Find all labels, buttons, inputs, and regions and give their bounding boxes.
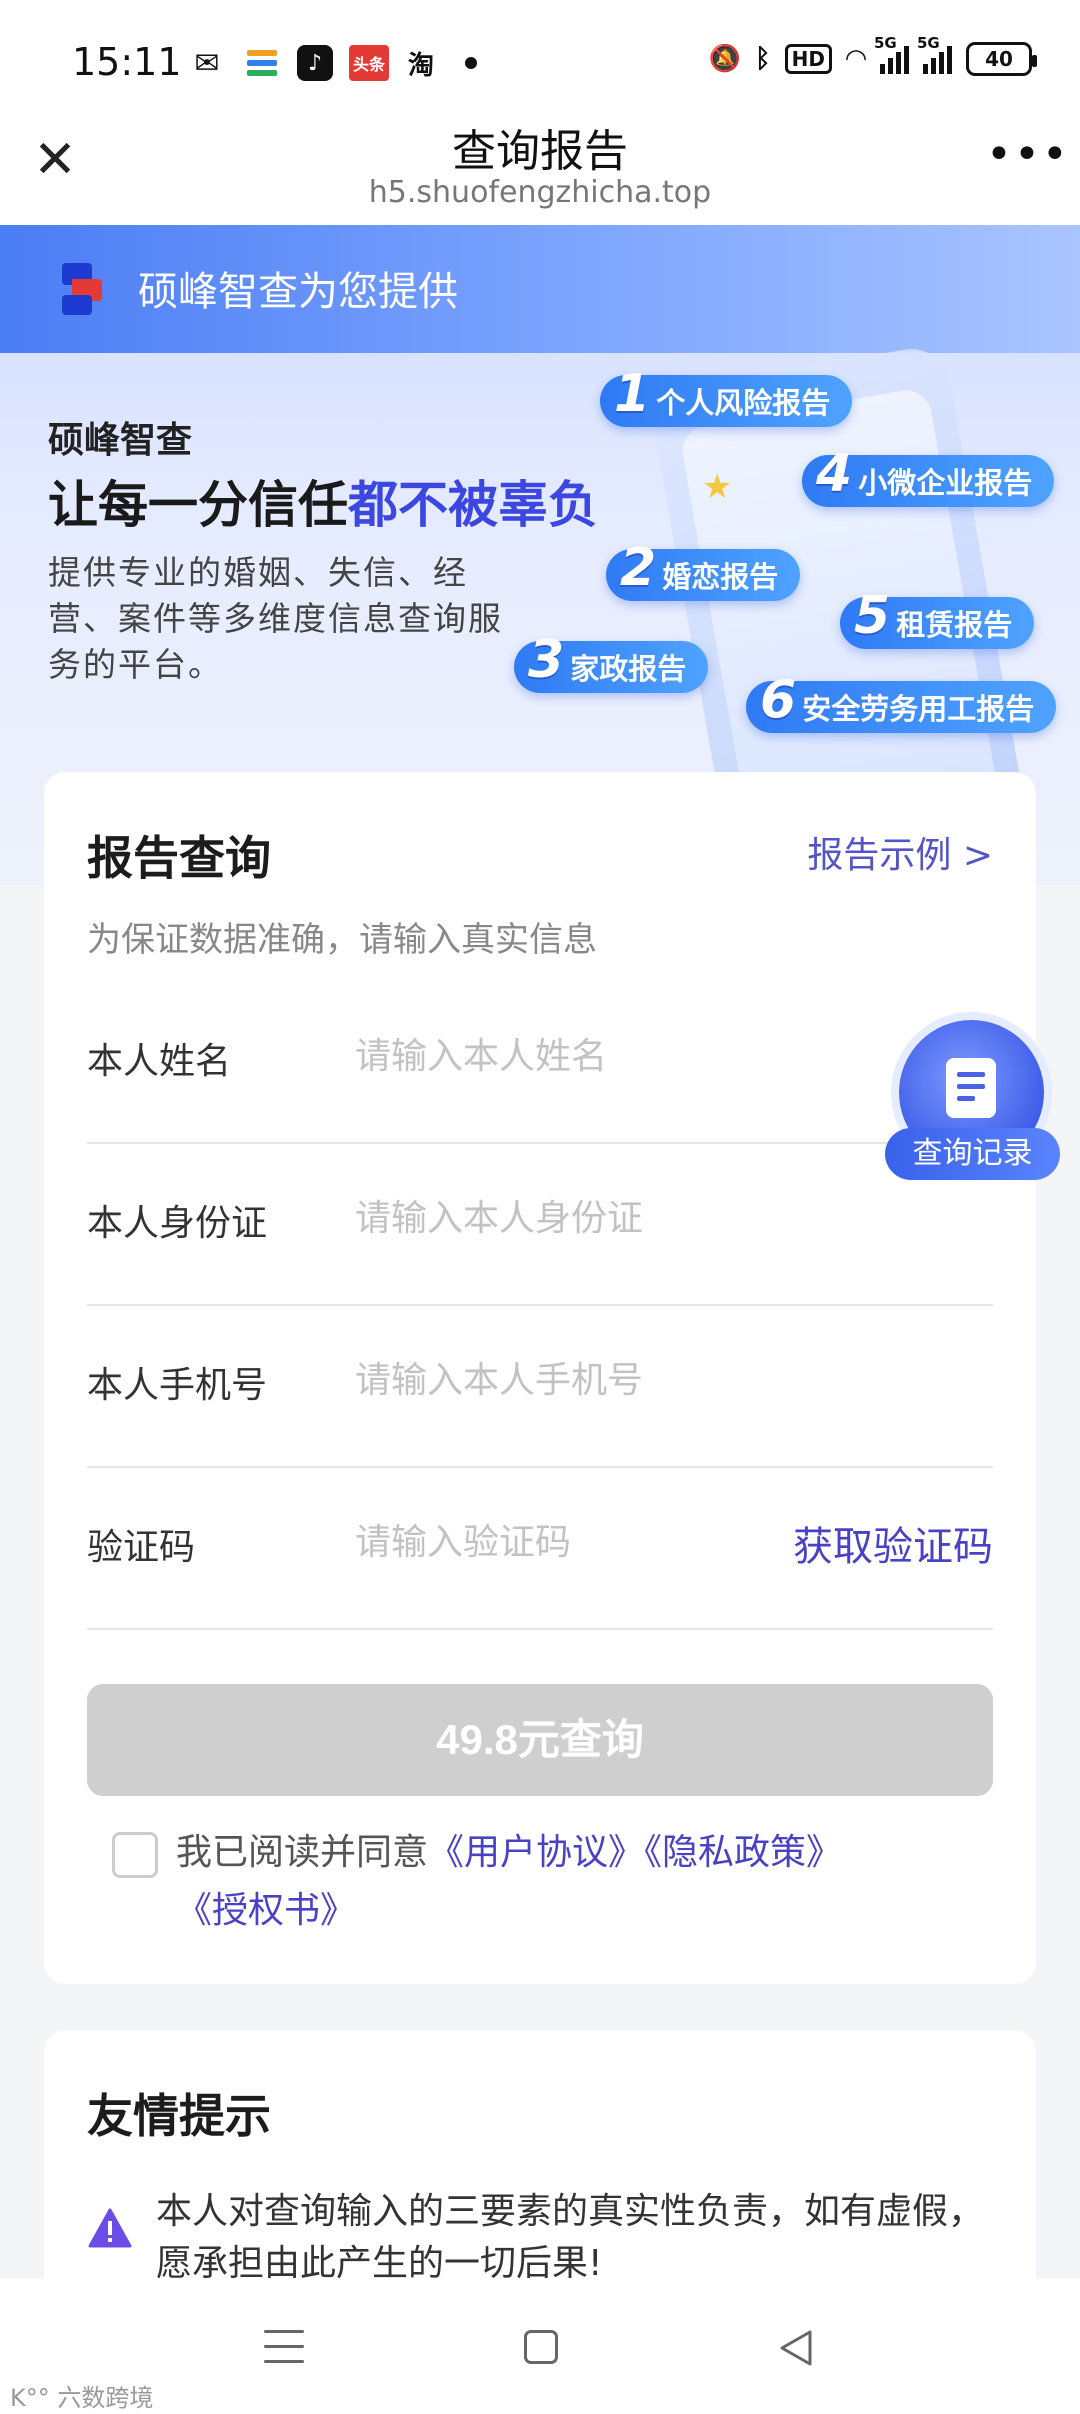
brand-logo-icon	[62, 263, 104, 315]
tag-housekeeping: 3 家政报告	[514, 630, 709, 693]
tag-micro-enterprise: 4 小微企业报告	[802, 444, 1055, 507]
tiktok-icon: ♪	[297, 45, 333, 81]
bluetooth-icon: ᛒ	[755, 44, 771, 74]
mute-icon: 🔕	[708, 44, 742, 74]
submit-query-button[interactable]: 49.8元查询	[87, 1684, 993, 1796]
name-field: 本人姓名	[87, 982, 993, 1144]
tag-personal-risk: 1 个人风险报告	[600, 364, 853, 427]
taobao-icon: 淘	[407, 50, 434, 81]
signal-icon-2: 5G	[917, 34, 952, 74]
hero-slogan: 让每一分信任都不被辜负	[48, 476, 598, 534]
id-card-input[interactable]	[355, 1188, 835, 1248]
user-agreement-link[interactable]: 《用户协议》	[428, 1832, 644, 1873]
tag-rental: 5 租赁报告	[840, 586, 1035, 649]
title-bar: ✕ 查询报告 h5.shuofengzhicha.top •••	[0, 105, 1080, 225]
home-icon[interactable]	[524, 2330, 558, 2364]
card-icon	[244, 45, 280, 81]
query-record-label: 查询记录	[885, 1128, 1060, 1180]
query-subtitle: 为保证数据准确，请输入真实信息	[87, 920, 597, 960]
system-nav-bar	[0, 2278, 1080, 2414]
battery-icon: 40	[966, 42, 1037, 76]
status-right-icons: 🔕 ᛒ HD ◠ 5G 5G 40	[708, 34, 1037, 76]
tips-text: 本人对查询输入的三要素的真实性负责，如有虚假，愿承担由此产生的一切后果!	[156, 2191, 985, 2284]
code-input[interactable]	[355, 1512, 755, 1572]
hero-brand: 硕峰智查	[48, 420, 193, 461]
authorization-link[interactable]: 《授权书》	[176, 1890, 356, 1931]
get-code-button[interactable]: 获取验证码	[793, 1514, 993, 1572]
id-card-field: 本人身份证	[87, 1144, 993, 1306]
query-title: 报告查询	[87, 831, 271, 885]
agree-checkbox[interactable]	[112, 1832, 158, 1878]
provider-bar: 硕峰智查为您提供	[0, 225, 1080, 353]
id-card-label: 本人身份证	[87, 1203, 268, 1244]
document-edit-icon	[946, 1058, 996, 1118]
wifi-icon: ◠	[846, 44, 866, 74]
name-label: 本人姓名	[87, 1041, 232, 1082]
page-title: 查询报告	[452, 126, 628, 177]
code-field: 验证码 获取验证码	[87, 1468, 993, 1630]
tag-labor-safety: 6 安全劳务用工报告	[746, 670, 1057, 733]
warning-icon	[88, 2208, 132, 2248]
star-icon: ★	[702, 467, 733, 507]
page-url: h5.shuofengzhicha.top	[368, 175, 712, 210]
toutiao-icon: 头条	[349, 45, 389, 81]
phone-input[interactable]	[355, 1350, 835, 1410]
watermark: K°° 六数跨境	[10, 2384, 154, 2412]
hd-icon: HD	[784, 44, 832, 74]
hero-description: 提供专业的婚姻、失信、经营、案件等多维度信息查询服务的平台。	[48, 553, 503, 684]
query-record-button[interactable]: 查询记录	[885, 1020, 1060, 1180]
privacy-policy-link[interactable]: 《隐私政策》	[644, 1832, 842, 1873]
query-card: 报告查询 报告示例 > 为保证数据准确，请输入真实信息 本人姓名 本人身份证 本…	[44, 772, 1036, 1984]
phone-label: 本人手机号	[87, 1365, 268, 1406]
code-label: 验证码	[87, 1527, 196, 1568]
name-input[interactable]	[355, 1026, 835, 1086]
back-icon[interactable]	[776, 2328, 816, 2368]
tips-title: 友情提示	[87, 2089, 271, 2143]
dot-icon	[464, 45, 478, 81]
tag-marriage: 2 婚恋报告	[606, 538, 801, 601]
agreement-text: 我已阅读并同意《用户协议》《隐私政策》《授权书》	[176, 1832, 843, 1931]
wechat-icon: ✉	[194, 45, 220, 81]
status-time: 15:11	[72, 40, 182, 84]
more-menu-button[interactable]: •••	[986, 133, 1068, 177]
phone-field: 本人手机号	[87, 1306, 993, 1468]
report-example-link[interactable]: 报告示例 >	[807, 826, 993, 878]
provider-text: 硕峰智查为您提供	[138, 269, 458, 315]
menu-icon[interactable]	[264, 2330, 304, 2364]
signal-icon: 5G	[874, 34, 909, 74]
